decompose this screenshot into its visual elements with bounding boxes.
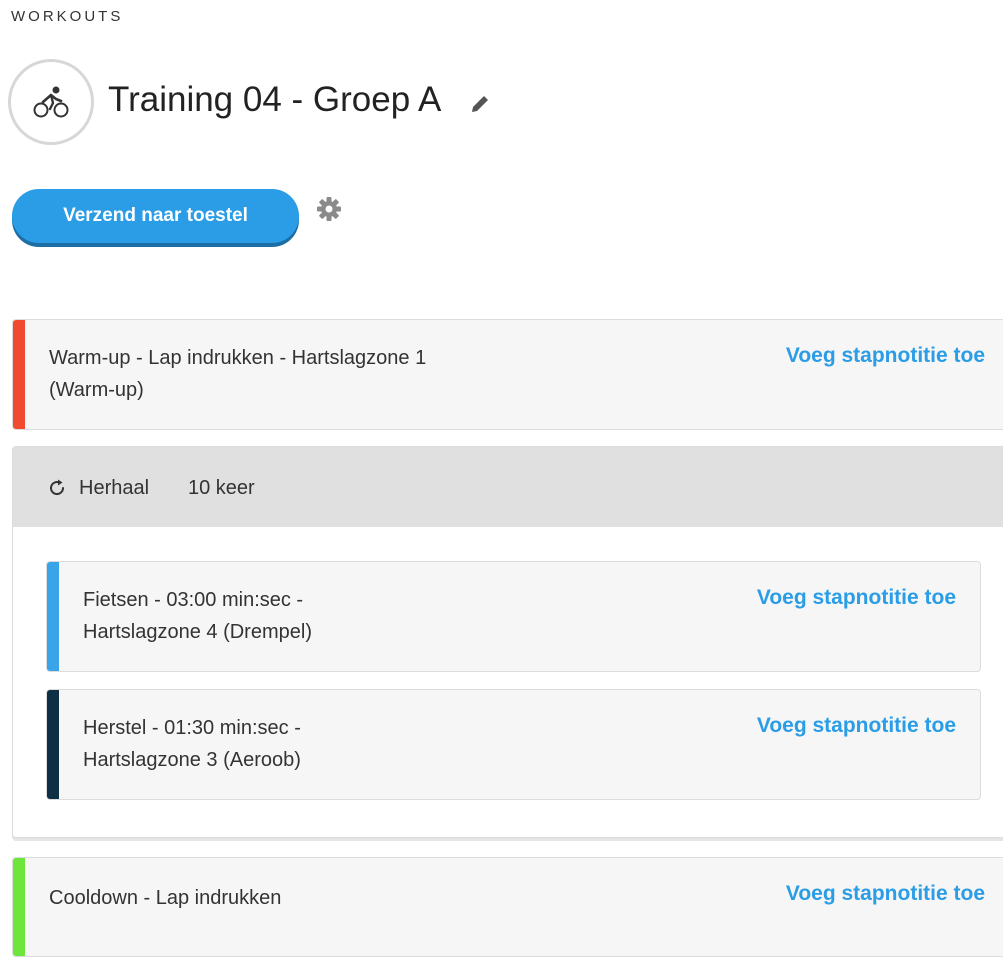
pencil-icon[interactable]: [468, 92, 492, 116]
step-description: Herstel - 01:30 min:sec - Hartslagzone 3…: [83, 717, 301, 771]
repeat-header[interactable]: Herhaal 10 keer: [13, 447, 1003, 527]
page-title: Training 04 - Groep A: [108, 80, 442, 119]
repeat-count[interactable]: 10 keer: [188, 474, 255, 502]
step-color-bar: [13, 858, 25, 956]
workout-step-bike[interactable]: Fietsen - 03:00 min:sec - Hartslagzone 4…: [46, 561, 981, 672]
repeat-label: Herhaal: [79, 477, 150, 499]
workout-step-warmup[interactable]: Warm-up - Lap indrukken - Hartslagzone 1…: [12, 319, 1003, 430]
step-description: Warm-up - Lap indrukken - Hartslagzone 1…: [49, 347, 427, 401]
repeat-icon: [47, 478, 67, 498]
workout-step-cooldown[interactable]: Cooldown - Lap indrukken Voeg stapnotiti…: [12, 857, 1003, 957]
gear-icon[interactable]: [315, 195, 343, 223]
step-description: Fietsen - 03:00 min:sec - Hartslagzone 4…: [83, 589, 312, 643]
section-label: WORKOUTS: [11, 8, 124, 25]
step-color-bar: [13, 320, 25, 429]
workout-step-rest[interactable]: Herstel - 01:30 min:sec - Hartslagzone 3…: [46, 689, 981, 800]
add-step-note-link[interactable]: Voeg stapnotitie toe: [786, 344, 985, 368]
add-step-note-link[interactable]: Voeg stapnotitie toe: [757, 586, 956, 610]
repeat-block: Herhaal 10 keer Fietsen - 03:00 min:sec …: [12, 446, 1003, 838]
step-color-bar: [47, 690, 59, 799]
step-color-bar: [47, 562, 59, 671]
add-step-note-link[interactable]: Voeg stapnotitie toe: [757, 714, 956, 738]
bike-icon: [8, 59, 94, 145]
add-step-note-link[interactable]: Voeg stapnotitie toe: [786, 882, 985, 906]
send-to-device-button[interactable]: Verzend naar toestel: [12, 189, 299, 243]
step-description: Cooldown - Lap indrukken: [49, 887, 282, 909]
